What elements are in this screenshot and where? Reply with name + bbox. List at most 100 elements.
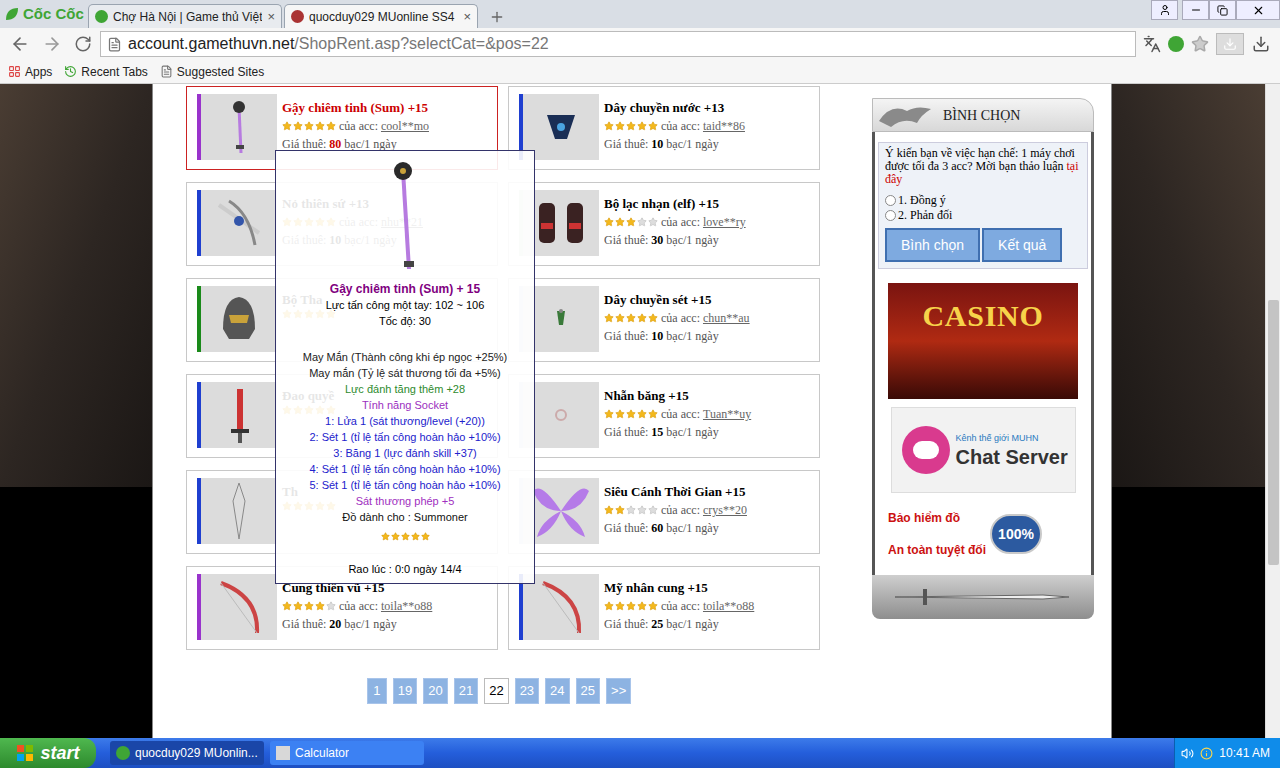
poll-button[interactable]: Bình chọn (885, 228, 980, 262)
item-title[interactable]: Bộ lạc nhạn (elf) +15 (604, 195, 746, 213)
acc-link[interactable]: crys**20 (703, 501, 747, 519)
item-image[interactable] (201, 574, 277, 640)
page-button[interactable]: 25 (576, 678, 600, 704)
taskbar-task[interactable]: Calculator (270, 741, 424, 765)
acc-label: của acc: (661, 117, 700, 135)
star-icon (626, 409, 636, 419)
item-title[interactable]: Nhẫn băng +15 (604, 387, 751, 405)
minimize-button[interactable] (1182, 0, 1209, 20)
item-title[interactable]: Gậy chiêm tinh (Sum) +15 (282, 99, 429, 117)
poll-option[interactable]: 1. Đồng ý (885, 194, 1081, 207)
new-tab-button[interactable] (484, 6, 510, 28)
item-price: Giá thuê: 20 bạc/1 ngày (282, 615, 432, 633)
item-card[interactable]: Dây chuyền sét +15của acc:chun**auGiá th… (508, 278, 820, 362)
tooltip-option: May Mắn (Thành công khi ép ngọc +25%) (303, 349, 508, 365)
browser-tab[interactable]: quocduy029 MUonline SS4 SS× (284, 4, 478, 28)
item-title[interactable]: Dây chuyền sét +15 (604, 291, 750, 309)
item-price: Giá thuê: 10 bạc/1 ngày (604, 135, 745, 153)
url-field[interactable]: account.gamethuvn.net/ShopRent.asp?selec… (100, 31, 1136, 57)
item-image[interactable] (201, 286, 277, 352)
acc-link[interactable]: chun**au (703, 309, 750, 327)
page-button[interactable]: 1 (367, 678, 387, 704)
item-owner: của acc:crys**20 (604, 501, 747, 519)
reload-icon[interactable] (74, 35, 92, 53)
page-button[interactable]: 24 (545, 678, 569, 704)
history-icon (64, 65, 77, 78)
poll-box: Ý kiến bạn về việc hạn chế: 1 máy chơi đ… (878, 142, 1088, 269)
tab-close[interactable]: × (463, 7, 471, 27)
bookmark-star-icon[interactable] (1191, 35, 1209, 53)
star-icon (637, 409, 647, 419)
poll-title: BÌNH CHỌN (943, 105, 1020, 126)
acc-link[interactable]: taid**86 (703, 117, 745, 135)
page-background-left (0, 84, 152, 738)
acc-label: của acc: (661, 501, 700, 519)
sidebar-body: Ý kiến bạn về việc hạn chế: 1 máy chơi đ… (872, 132, 1094, 575)
browser-tab[interactable]: Chợ Hà Nội | Game thủ Việt N× (88, 4, 282, 28)
item-price: Giá thuê: 10 bạc/1 ngày (604, 327, 750, 345)
casino-banner[interactable]: CASINO (888, 283, 1078, 399)
download-button[interactable] (1216, 33, 1244, 55)
restore-button[interactable] (1209, 0, 1236, 20)
bookmark[interactable]: Suggested Sites (160, 63, 264, 81)
page-button[interactable]: 22 (484, 678, 508, 704)
volume-icon[interactable] (1181, 747, 1194, 760)
page-button[interactable]: 20 (423, 678, 447, 704)
item-title[interactable]: Mỹ nhân cung +15 (604, 579, 754, 597)
page-button[interactable]: >> (606, 678, 631, 704)
page-button[interactable]: 19 (393, 678, 417, 704)
back-icon[interactable] (10, 34, 30, 54)
restore-icon (1217, 5, 1228, 16)
poll-link[interactable]: tại đây (885, 159, 1078, 186)
item-card[interactable]: Dây chuyền nước +13của acc:taid**86Giá t… (508, 86, 820, 170)
tooltip-option: Lực đánh tăng thêm +28 (345, 381, 465, 397)
scrollbar[interactable] (1265, 84, 1280, 738)
profile-button[interactable] (1151, 0, 1178, 20)
item-card[interactable]: Mỹ nhân cung +15của acc:toila**o88Giá th… (508, 566, 820, 650)
scrollbar-thumb[interactable] (1268, 300, 1279, 565)
acc-link[interactable]: cool**mo (381, 117, 429, 135)
acc-label: của acc: (661, 405, 700, 423)
tab-close[interactable]: × (267, 7, 275, 27)
item-card[interactable]: Bộ lạc nhạn (elf) +15của acc:love**ryGiá… (508, 182, 820, 266)
star-icon (615, 121, 625, 131)
poll-header: BÌNH CHỌN (872, 98, 1094, 132)
item-title[interactable]: Dây chuyền nước +13 (604, 99, 745, 117)
bookmark[interactable]: Recent Tabs (64, 63, 148, 81)
chat-icon (902, 426, 950, 474)
downloads-icon[interactable] (1252, 35, 1270, 53)
radio-button[interactable] (885, 210, 896, 221)
acc-link[interactable]: Tuan**uy (703, 405, 751, 423)
poll-option[interactable]: 2. Phản đối (885, 209, 1081, 222)
item-card[interactable]: Siêu Cánh Thời Gian +15của acc:crys**20G… (508, 470, 820, 554)
star-rating (282, 121, 336, 131)
favicon-icon (95, 10, 108, 23)
bookmark[interactable]: Apps (8, 63, 52, 81)
start-button[interactable]: start (0, 738, 96, 768)
poll-button[interactable]: Kết quả (982, 228, 1062, 262)
page-button[interactable]: 23 (515, 678, 539, 704)
acc-link[interactable]: toila**o88 (703, 597, 754, 615)
radio-button[interactable] (885, 195, 896, 206)
translate-icon[interactable] (1143, 35, 1161, 53)
item-title[interactable]: Siêu Cánh Thời Gian +15 (604, 483, 747, 501)
item-image[interactable] (201, 478, 277, 544)
chat-banner[interactable]: Kênh thế giới MUHNChat Server (891, 407, 1076, 493)
acc-link[interactable]: love**ry (703, 213, 746, 231)
notification-icon[interactable] (1200, 747, 1213, 760)
taskbar-task[interactable]: quocduy029 MUonlin... (110, 741, 264, 765)
dictionary-icon[interactable] (1168, 36, 1184, 52)
item-owner: của acc:Tuan**uy (604, 405, 751, 423)
star-icon (304, 121, 314, 131)
close-button[interactable] (1236, 0, 1280, 20)
item-image[interactable] (201, 94, 277, 160)
page-button[interactable]: 21 (454, 678, 478, 704)
acc-link[interactable]: toila**o88 (381, 597, 432, 615)
item-image[interactable] (201, 382, 277, 448)
forward-icon[interactable] (42, 34, 62, 54)
item-card[interactable]: Nhẫn băng +15của acc:Tuan**uyGiá thuê: 1… (508, 374, 820, 458)
insurance-banner[interactable]: Bảo hiểm đồAn toàn tuyệt đối100% (888, 503, 1078, 565)
item-image[interactable] (201, 190, 277, 256)
star-icon (637, 601, 647, 611)
browser-logo[interactable]: Cốc Cốc (0, 0, 88, 28)
